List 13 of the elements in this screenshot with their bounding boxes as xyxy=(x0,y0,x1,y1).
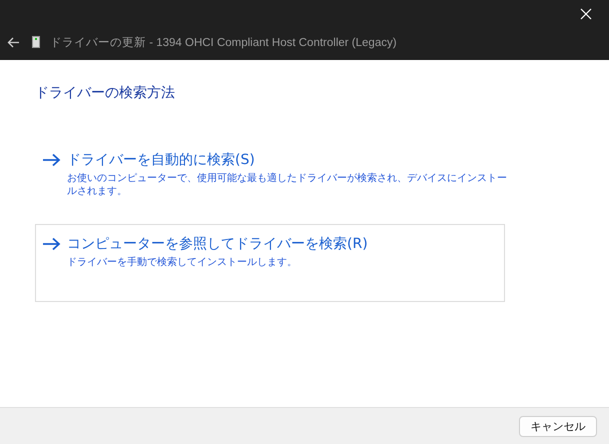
page-heading: ドライバーの検索方法 xyxy=(35,84,175,102)
option-description: お使いのコンピューターで、使用可能な最も適したドライバーが検索され、デバイスにインストールされます。 xyxy=(67,172,507,198)
device-icon xyxy=(32,36,40,48)
option-link[interactable]: ドライバーを自動的に検索(S) xyxy=(67,151,255,169)
option-panel[interactable]: コンピューターを参照してドライバーを検索(R) ドライバーを手動で検索してインストールします。 xyxy=(35,224,505,302)
close-icon xyxy=(580,8,592,20)
cancel-button[interactable]: キャンセル xyxy=(519,416,597,436)
back-arrow-icon xyxy=(6,36,20,48)
option-description: ドライバーを手動で検索してインストールします。 xyxy=(67,256,298,269)
arrow-icon xyxy=(42,237,61,251)
option-link[interactable]: コンピューターを参照してドライバーを検索(R) xyxy=(67,235,368,253)
arrow-icon xyxy=(42,153,61,167)
window-title: ドライバーの更新 - 1394 OHCI Compliant Host Controller (Legacy) xyxy=(50,35,397,50)
